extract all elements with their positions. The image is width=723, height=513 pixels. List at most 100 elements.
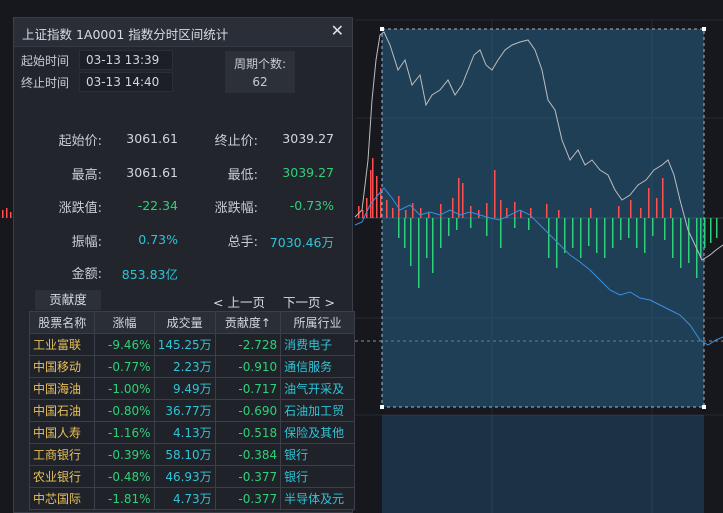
momentum-bar-up xyxy=(372,158,374,218)
momentum-bar-up xyxy=(590,208,592,218)
momentum-bar-down xyxy=(596,218,598,253)
amplitude-label: 振幅: xyxy=(71,235,102,250)
momentum-bar-up xyxy=(630,200,632,218)
momentum-bar-up xyxy=(458,178,460,218)
column-header-volume[interactable]: 成交量 xyxy=(153,311,216,334)
industry-cell: 银行 xyxy=(280,443,355,466)
column-header-name[interactable]: 股票名称 xyxy=(28,311,96,334)
table-row[interactable]: 工商银行 -0.39% 58.10万 -0.384 银行 xyxy=(28,443,355,466)
momentum-bar-up xyxy=(640,208,642,218)
contribution-cell: -2.728 xyxy=(214,333,282,356)
table-row[interactable]: 中国人寿 -1.16% 4.13万 -0.518 保险及其他 xyxy=(28,421,355,444)
momentum-bar-down xyxy=(710,218,712,243)
momentum-bar-down xyxy=(470,218,472,228)
table-row[interactable]: 农业银行 -0.48% 46.93万 -0.377 银行 xyxy=(28,465,355,488)
momentum-bar-down xyxy=(700,218,702,258)
industry-cell: 保险及其他 xyxy=(280,421,355,444)
start-time-label: 起始时间 xyxy=(21,54,70,68)
momentum-bar-up xyxy=(366,198,368,218)
total-volume-label: 总手: xyxy=(227,235,258,250)
change-cell: -1.00% xyxy=(94,377,155,400)
close-icon[interactable]: ✕ xyxy=(331,21,344,40)
volume-cell: 145.25万 xyxy=(153,333,216,356)
momentum-bar-down xyxy=(612,218,614,248)
industry-cell: 银行 xyxy=(280,465,355,488)
change-label: 涨跌值: xyxy=(58,201,102,216)
industry-cell: 半导体及元 xyxy=(280,487,355,510)
momentum-bar-up xyxy=(6,208,8,218)
change-value: -22.34 xyxy=(137,198,178,213)
amount-value: 853.83亿 xyxy=(121,267,178,282)
momentum-bar-down xyxy=(548,218,550,258)
dialog-titlebar[interactable]: 上证指数 1A0001 指数分时区间统计 ✕ xyxy=(14,18,352,47)
momentum-bar-up xyxy=(462,183,464,218)
end-time-label: 终止时间 xyxy=(21,76,70,90)
end-time-field[interactable]: 03-13 14:40 xyxy=(79,72,173,92)
amplitude-value: 0.73% xyxy=(138,232,178,247)
momentum-bar-down xyxy=(628,218,630,238)
momentum-bar-down xyxy=(644,218,646,253)
momentum-bar-down xyxy=(620,218,622,240)
low-label: 最低: xyxy=(227,168,258,183)
momentum-bar-down xyxy=(426,218,428,258)
momentum-bar-up xyxy=(362,210,364,218)
momentum-bar-down xyxy=(418,218,420,288)
contribution-tabbar: 贡献度 < 上一页 下一页 > xyxy=(29,290,353,310)
momentum-bar-down xyxy=(410,218,412,266)
table-row[interactable]: 中国石油 -0.80% 36.77万 -0.690 石油加工贸 xyxy=(28,399,355,422)
momentum-bar-up xyxy=(494,170,496,218)
table-row[interactable]: 中国海油 -1.00% 9.49万 -0.717 油气开采及 xyxy=(28,377,355,400)
contribution-cell: -0.377 xyxy=(214,465,282,488)
table-row[interactable]: 工业富联 -9.46% 145.25万 -2.728 消费电子 xyxy=(28,333,355,356)
momentum-bar-down xyxy=(680,218,682,268)
momentum-bar-down xyxy=(432,218,434,273)
start-price-label: 起始价: xyxy=(58,134,102,149)
momentum-bar-down xyxy=(528,218,530,230)
selection-volume-region xyxy=(382,415,704,513)
column-header-change[interactable]: 涨幅 xyxy=(94,311,155,334)
selection-region[interactable] xyxy=(381,28,705,408)
table-header-row: 股票名称 涨幅 成交量 贡献度↑ 所属行业 xyxy=(28,311,355,334)
change-cell: -9.46% xyxy=(94,333,155,356)
next-page-button[interactable]: 下一页 > xyxy=(283,292,335,311)
table-row[interactable]: 中国移动 -0.77% 2.23万 -0.910 通信服务 xyxy=(28,355,355,378)
contribution-cell: -0.717 xyxy=(214,377,282,400)
momentum-bar-down xyxy=(572,218,574,248)
stock-name-cell: 农业银行 xyxy=(28,465,96,488)
change-cell: -1.16% xyxy=(94,421,155,444)
amount-label: 金额: xyxy=(71,267,102,282)
stock-name-cell: 中国海油 xyxy=(28,377,96,400)
momentum-bar-up xyxy=(546,204,548,218)
tab-contribution[interactable]: 贡献度 xyxy=(35,290,101,310)
contribution-cell: -0.910 xyxy=(214,355,282,378)
momentum-bar-down xyxy=(440,218,442,248)
prev-page-button[interactable]: < 上一页 xyxy=(213,292,265,311)
contribution-table: 股票名称 涨幅 成交量 贡献度↑ 所属行业 工业富联 -9.46% 145.25万 -… xyxy=(28,311,355,510)
stock-name-cell: 工商银行 xyxy=(28,443,96,466)
momentum-bar-down xyxy=(688,218,690,263)
momentum-bar-down xyxy=(398,218,400,238)
momentum-bar-up xyxy=(452,198,454,218)
high-label: 最高: xyxy=(71,168,102,183)
column-header-industry[interactable]: 所属行业 xyxy=(280,311,355,334)
momentum-bar-up xyxy=(670,208,672,218)
column-header-contribution[interactable]: 贡献度↑ xyxy=(214,311,282,334)
low-value: 3039.27 xyxy=(282,165,334,180)
start-time-field[interactable]: 03-13 13:39 xyxy=(79,50,173,70)
industry-cell: 石油加工贸 xyxy=(280,399,355,422)
industry-cell: 消费电子 xyxy=(280,333,355,356)
volume-cell: 4.13万 xyxy=(153,421,216,444)
momentum-bar-up xyxy=(486,203,488,218)
momentum-bar-down xyxy=(486,218,488,236)
contribution-cell: -0.518 xyxy=(214,421,282,444)
volume-cell: 58.10万 xyxy=(153,443,216,466)
momentum-bar-down xyxy=(448,218,450,236)
momentum-bar-up xyxy=(420,208,422,218)
momentum-bar-up xyxy=(358,206,360,218)
momentum-bar-down xyxy=(514,218,516,228)
momentum-bar-up xyxy=(520,210,522,218)
volume-cell: 9.49万 xyxy=(153,377,216,400)
momentum-bar-down xyxy=(500,218,502,248)
momentum-bar-up xyxy=(2,210,4,218)
table-row[interactable]: 中芯国际 -1.81% 4.73万 -0.377 半导体及元 xyxy=(28,487,355,510)
